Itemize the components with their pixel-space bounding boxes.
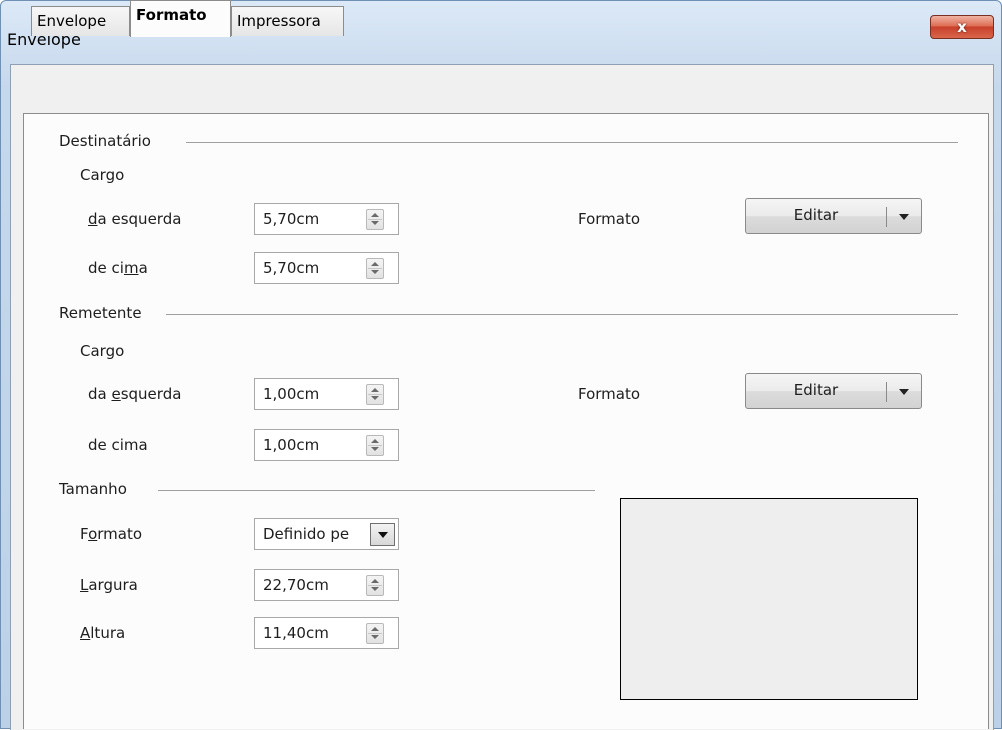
spin-arrows-icon[interactable]: [366, 384, 384, 405]
section-heading-destinatario: Destinatário: [59, 132, 151, 150]
rem-format-label: Formato: [578, 385, 641, 403]
button-separator: [886, 207, 887, 227]
section-divider: [166, 314, 958, 315]
dest-format-label: Formato: [578, 210, 641, 228]
rem-edit-button[interactable]: Editar: [745, 373, 922, 409]
section-heading-tamanho: Tamanho: [59, 480, 127, 498]
cargo-label: Cargo: [80, 166, 125, 184]
edit-button-label: Editar: [793, 206, 839, 224]
rem-top-value[interactable]: 1,00cm: [263, 436, 319, 454]
dest-top-label: de cima: [88, 259, 148, 277]
cargo-label: Cargo: [80, 342, 125, 360]
spin-arrows-icon[interactable]: [366, 209, 384, 230]
rem-left-label: da esquerda: [88, 385, 182, 403]
tab-envelope[interactable]: Envelope: [31, 6, 130, 36]
rem-left-spinner[interactable]: 1,00cm: [254, 378, 399, 410]
rem-top-spinner[interactable]: 1,00cm: [254, 429, 399, 461]
dropdown-arrow-icon[interactable]: [899, 389, 909, 395]
size-format-label: Formato: [80, 525, 143, 543]
dest-edit-button[interactable]: Editar: [745, 198, 922, 234]
envelope-preview: [620, 498, 918, 700]
section-divider: [158, 490, 595, 491]
width-value[interactable]: 22,70cm: [263, 576, 329, 594]
spin-arrows-icon[interactable]: [366, 623, 384, 644]
button-separator: [886, 382, 887, 402]
width-label: Largura: [80, 576, 138, 594]
height-label: Altura: [80, 624, 126, 642]
dest-left-spinner[interactable]: 5,70cm: [254, 203, 399, 235]
spin-arrows-icon[interactable]: [366, 435, 384, 456]
tab-formato[interactable]: Formato: [130, 0, 231, 37]
dest-left-value[interactable]: 5,70cm: [263, 210, 319, 228]
edit-button-label: Editar: [793, 381, 839, 399]
spin-arrows-icon[interactable]: [366, 575, 384, 596]
spin-arrows-icon[interactable]: [366, 258, 384, 279]
width-spinner[interactable]: 22,70cm: [254, 569, 399, 601]
dest-top-value[interactable]: 5,70cm: [263, 259, 319, 277]
height-value[interactable]: 11,40cm: [263, 624, 329, 642]
rem-top-label: de cima: [88, 436, 148, 454]
dropdown-arrow-icon[interactable]: [370, 523, 395, 546]
dropdown-arrow-icon[interactable]: [899, 214, 909, 220]
height-spinner[interactable]: 11,40cm: [254, 617, 399, 649]
dest-left-label: da esquerda: [88, 210, 182, 228]
size-format-value[interactable]: Definido pe: [263, 525, 349, 543]
dest-top-spinner[interactable]: 5,70cm: [254, 252, 399, 284]
rem-left-value[interactable]: 1,00cm: [263, 385, 319, 403]
size-format-select[interactable]: Definido pe: [254, 518, 399, 550]
close-button[interactable]: x: [930, 15, 994, 39]
tab-impressora[interactable]: Impressora: [231, 6, 344, 36]
section-heading-remetente: Remetente: [59, 304, 142, 322]
section-divider: [186, 142, 958, 143]
